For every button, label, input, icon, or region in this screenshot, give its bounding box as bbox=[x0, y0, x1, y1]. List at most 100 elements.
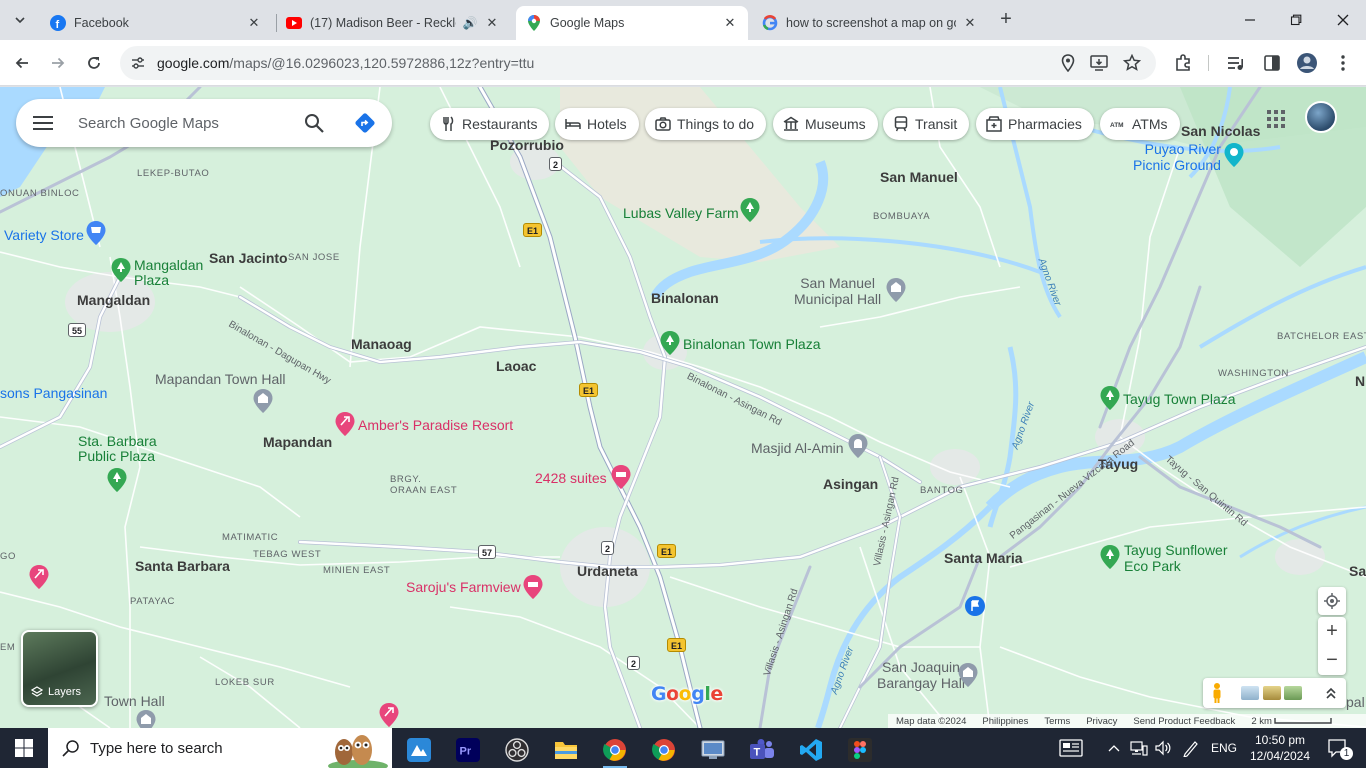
profile-avatar[interactable] bbox=[1296, 52, 1318, 74]
map-label-mapandan[interactable]: Mapandan bbox=[263, 434, 332, 450]
start-button[interactable] bbox=[0, 728, 48, 768]
taskbar-control-panel[interactable] bbox=[693, 732, 733, 768]
notification-center[interactable]: 1 bbox=[1318, 728, 1358, 768]
map-label-mapandan-hall[interactable]: Mapandan Town Hall bbox=[155, 371, 286, 387]
map-label-saroju[interactable]: Saroju's Farmview bbox=[406, 579, 521, 595]
map-label-laoac[interactable]: Laoac bbox=[496, 358, 536, 374]
traffic-thumbnail[interactable] bbox=[1263, 686, 1281, 700]
address-bar[interactable]: google.com/maps/@16.0296023,120.5972886,… bbox=[120, 46, 1156, 80]
tab-google-maps[interactable]: Google Maps ✕ bbox=[516, 6, 748, 40]
google-apps-icon[interactable] bbox=[1264, 107, 1288, 131]
park-pin-icon[interactable] bbox=[1099, 385, 1121, 411]
chip-pharmacies[interactable]: Pharmacies bbox=[976, 108, 1094, 140]
map-label-lubas[interactable]: Lubas Valley Farm bbox=[623, 205, 739, 221]
flag-pin-icon[interactable] bbox=[964, 593, 986, 619]
park-pin-icon[interactable] bbox=[1099, 544, 1121, 570]
map-label-puyao[interactable]: Puyao River Picnic Ground bbox=[1133, 141, 1221, 173]
taskbar-azure-app[interactable] bbox=[399, 732, 439, 768]
search-icon[interactable] bbox=[302, 111, 326, 135]
transit-thumbnail[interactable] bbox=[1284, 686, 1302, 700]
chip-transit[interactable]: Transit bbox=[883, 108, 970, 140]
feedback-link[interactable]: Send Product Feedback bbox=[1125, 716, 1243, 727]
tab-youtube[interactable]: (17) Madison Beer - Reckless 🔊 ✕ bbox=[276, 6, 510, 40]
privacy-link[interactable]: Privacy bbox=[1078, 716, 1125, 727]
town-hall-pin-icon[interactable] bbox=[135, 709, 157, 728]
my-location-button[interactable] bbox=[1318, 587, 1346, 615]
news-widget[interactable] bbox=[1052, 728, 1090, 768]
chip-museums[interactable]: Museums bbox=[773, 108, 878, 140]
chip-things-to-do[interactable]: Things to do bbox=[645, 108, 767, 140]
map-label-ambers[interactable]: Amber's Paradise Resort bbox=[358, 417, 513, 433]
taskbar-file-explorer[interactable] bbox=[546, 732, 586, 768]
layers-button[interactable]: Layers bbox=[21, 630, 98, 707]
park-pin-icon[interactable] bbox=[659, 330, 681, 356]
chip-restaurants[interactable]: Restaurants bbox=[430, 108, 550, 140]
back-button[interactable] bbox=[10, 51, 34, 75]
reload-button[interactable] bbox=[82, 51, 106, 75]
close-icon[interactable]: ✕ bbox=[246, 15, 262, 31]
town-hall-pin-icon[interactable] bbox=[252, 388, 274, 414]
map-label-san-nicolas[interactable]: San Nicolas bbox=[1181, 123, 1260, 139]
tab-google-search[interactable]: how to screenshot a map on google ✕ bbox=[752, 6, 988, 40]
extensions-icon[interactable] bbox=[1172, 52, 1194, 74]
map-label-urdaneta[interactable]: Urdaneta bbox=[577, 563, 638, 579]
restore-button[interactable] bbox=[1284, 8, 1308, 32]
terrain-thumbnail[interactable] bbox=[1241, 686, 1259, 700]
zoom-out-button[interactable]: − bbox=[1318, 646, 1346, 675]
map-label-manaoag[interactable]: Manaoag bbox=[351, 336, 412, 352]
tab-facebook[interactable]: f Facebook ✕ bbox=[40, 6, 272, 40]
map-label-mangaldan-plaza[interactable]: Mangaldan Plaza bbox=[134, 258, 203, 288]
park-pin-icon[interactable] bbox=[106, 467, 128, 493]
media-controls-icon[interactable] bbox=[1225, 52, 1247, 74]
taskbar-vscode[interactable] bbox=[791, 732, 831, 768]
picnic-pin-icon[interactable] bbox=[1223, 142, 1245, 168]
account-avatar[interactable] bbox=[1305, 101, 1337, 133]
hotel-pin-icon[interactable] bbox=[522, 574, 544, 600]
resort-pin-icon[interactable] bbox=[28, 564, 50, 590]
map-label-sons[interactable]: sons Pangasinan bbox=[0, 385, 107, 401]
language-indicator[interactable]: ENG bbox=[1206, 728, 1242, 768]
mosque-pin-icon[interactable] bbox=[847, 433, 869, 459]
resort-pin-icon[interactable] bbox=[334, 411, 356, 437]
taskbar-premiere[interactable]: Pr bbox=[448, 732, 488, 768]
map-label-tayug-plaza[interactable]: Tayug Town Plaza bbox=[1123, 391, 1236, 407]
chip-hotels[interactable]: Hotels bbox=[555, 108, 639, 140]
chip-atms[interactable]: ATM ATMs bbox=[1100, 108, 1180, 140]
shopping-pin-icon[interactable] bbox=[85, 220, 107, 246]
pegman-icon[interactable] bbox=[1211, 682, 1223, 704]
town-hall-pin-icon[interactable] bbox=[957, 662, 979, 688]
site-info-icon[interactable] bbox=[130, 55, 146, 71]
close-icon[interactable]: ✕ bbox=[722, 15, 738, 31]
park-pin-icon[interactable] bbox=[110, 257, 132, 283]
tab-search-button[interactable] bbox=[8, 8, 32, 32]
map-label-mangaldan[interactable]: Mangaldan bbox=[77, 292, 150, 308]
search-input[interactable] bbox=[78, 111, 288, 135]
close-icon[interactable]: ✕ bbox=[484, 15, 500, 31]
map-canvas[interactable]: Pozorrubio San Nicolas Puyao River Picni… bbox=[0, 87, 1366, 728]
map-label-tayug-sunflower[interactable]: Tayug Sunflower Eco Park bbox=[1124, 542, 1228, 574]
town-hall-pin-icon[interactable] bbox=[885, 277, 907, 303]
map-label-binalonan[interactable]: Binalonan bbox=[651, 290, 719, 306]
speaker-icon[interactable]: 🔊 bbox=[462, 15, 478, 31]
volume-control[interactable] bbox=[1152, 728, 1174, 768]
network-status[interactable] bbox=[1128, 728, 1150, 768]
close-icon[interactable]: ✕ bbox=[962, 15, 978, 31]
more-menu-icon[interactable] bbox=[1332, 52, 1354, 74]
map-label-masjid[interactable]: Masjid Al-Amin bbox=[751, 440, 844, 456]
terms-link[interactable]: Terms bbox=[1036, 716, 1078, 727]
map-label-san-joaquin[interactable]: San Joaquin Barangay Hall bbox=[877, 659, 965, 691]
map-label-variety[interactable]: Variety Store bbox=[4, 227, 84, 243]
scale-label[interactable]: 2 km bbox=[1243, 716, 1274, 727]
taskbar-figma[interactable] bbox=[840, 732, 880, 768]
location-pin-icon[interactable] bbox=[1059, 54, 1077, 72]
map-label-suites[interactable]: 2428 suites bbox=[535, 470, 607, 486]
menu-icon[interactable] bbox=[32, 113, 54, 133]
taskbar-search[interactable]: Type here to search bbox=[48, 728, 392, 768]
map-label-san-manuel[interactable]: San Manuel bbox=[880, 169, 958, 185]
map-label-sa[interactable]: Sa bbox=[1349, 563, 1366, 579]
hotel-pin-icon[interactable] bbox=[610, 464, 632, 490]
install-app-icon[interactable] bbox=[1090, 54, 1108, 72]
taskbar-chrome-active[interactable] bbox=[595, 732, 635, 768]
forward-button[interactable] bbox=[46, 51, 70, 75]
map-label-san-jacinto[interactable]: San Jacinto bbox=[209, 250, 288, 266]
